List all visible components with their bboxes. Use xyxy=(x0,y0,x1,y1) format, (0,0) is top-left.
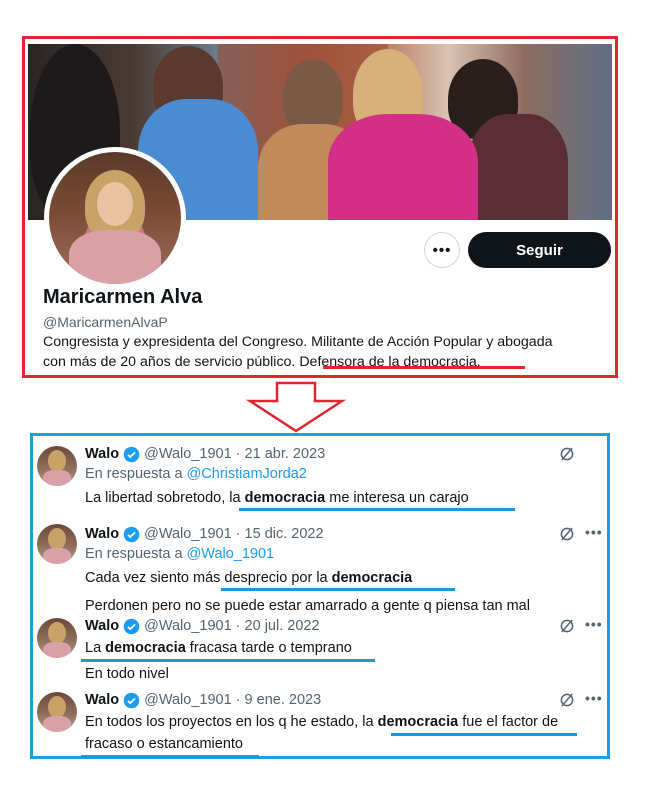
tweet-text: La libertad sobretodo, la democracia me … xyxy=(85,490,469,506)
tweet-meta[interactable]: @Walo_1901 · 20 jul. 2022 xyxy=(144,618,319,634)
tweet-header: Walo @Walo_1901 · 15 dic. 2022 xyxy=(85,524,324,544)
avatar[interactable] xyxy=(37,618,77,658)
verified-badge-icon xyxy=(123,446,140,462)
reply-mention-link[interactable]: @ChristiamJorda2 xyxy=(187,466,307,482)
bio-line-2: con más de 20 años de servicio público. … xyxy=(43,354,481,370)
tweet-author[interactable]: Walo xyxy=(85,618,119,634)
tweet-meta[interactable]: @Walo_1901 · 9 ene. 2023 xyxy=(144,692,321,708)
more-horizontal-icon[interactable]: ••• xyxy=(585,524,603,540)
tweet-text: Cada vez siento más desprecio por la dem… xyxy=(85,570,413,586)
reply-mention-link[interactable]: @Walo_1901 xyxy=(187,546,275,562)
more-horizontal-icon[interactable]: ••• xyxy=(585,690,603,706)
tweet-meta[interactable]: @Walo_1901 · 21 abr. 2023 xyxy=(144,446,325,462)
grok-icon[interactable] xyxy=(558,525,576,543)
tweet-header: Walo @Walo_1901 · 9 ene. 2023 xyxy=(85,690,321,710)
highlight-underline xyxy=(221,588,455,591)
tweet-text-line-2: Perdonen pero no se puede estar amarrado… xyxy=(85,598,530,614)
avatar[interactable] xyxy=(37,446,77,486)
more-options-button[interactable]: ••• xyxy=(424,232,460,268)
verified-badge-icon xyxy=(123,526,140,542)
more-horizontal-icon[interactable]: ••• xyxy=(585,616,603,632)
tweet-meta[interactable]: @Walo_1901 · 15 dic. 2022 xyxy=(144,526,323,542)
avatar[interactable] xyxy=(37,692,77,732)
highlight-underline xyxy=(391,733,577,736)
profile-avatar[interactable] xyxy=(44,147,186,289)
keyword-democracia: democracia xyxy=(244,490,326,506)
grok-icon[interactable] xyxy=(558,691,576,709)
down-arrow-icon xyxy=(246,381,346,433)
grok-icon[interactable] xyxy=(558,445,576,463)
follow-button[interactable]: Seguir xyxy=(468,232,611,268)
profile-card: ••• Seguir Maricarmen Alva @MaricarmenAl… xyxy=(22,36,618,378)
tweet-text: En todos los proyectos en los q he estad… xyxy=(85,714,559,730)
tweet-header: Walo @Walo_1901 · 21 abr. 2023 xyxy=(85,444,325,464)
bio-line-1: Congresista y expresidenta del Congreso.… xyxy=(43,334,553,350)
tweet-header: Walo @Walo_1901 · 20 jul. 2022 xyxy=(85,616,320,636)
tweet-text: La democracia fracasa tarde o temprano xyxy=(85,640,352,656)
reply-context: En respuesta a @ChristiamJorda2 xyxy=(85,466,307,482)
bio-highlight-underline xyxy=(323,366,525,369)
display-name: Maricarmen Alva xyxy=(43,286,203,308)
tweet-author[interactable]: Walo xyxy=(85,692,119,708)
grok-icon[interactable] xyxy=(558,617,576,635)
keyword-democracia: democracia xyxy=(331,570,413,586)
tweet-text-line-2: En todo nivel xyxy=(85,666,169,682)
keyword-democracia: democracia xyxy=(377,714,459,730)
highlight-underline xyxy=(239,508,515,511)
profile-handle: @MaricarmenAlvaP xyxy=(43,314,168,330)
tweet-text-line-2: fracaso o estancamiento xyxy=(85,736,243,752)
avatar[interactable] xyxy=(37,524,77,564)
highlight-underline xyxy=(81,659,375,662)
reply-context: En respuesta a @Walo_1901 xyxy=(85,546,275,562)
keyword-democracia: democracia xyxy=(105,640,186,656)
verified-badge-icon xyxy=(123,618,140,634)
highlight-underline xyxy=(81,755,259,758)
verified-badge-icon xyxy=(123,692,140,708)
tweet-author[interactable]: Walo xyxy=(85,446,119,462)
more-horizontal-icon: ••• xyxy=(432,241,452,259)
tweet-author[interactable]: Walo xyxy=(85,526,119,542)
tweets-card: Walo @Walo_1901 · 21 abr. 2023 En respue… xyxy=(30,433,610,759)
